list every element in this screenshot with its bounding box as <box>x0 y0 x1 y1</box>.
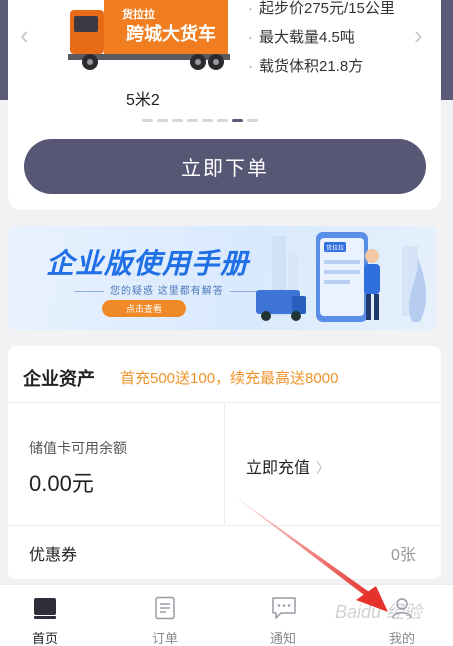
chevron-right-icon[interactable]: › <box>414 22 423 48</box>
coupon-label[interactable]: 优惠券 <box>29 541 77 565</box>
illustration-label: 货拉拉 <box>326 244 344 252</box>
assets-title: 企业资产 <box>23 369 95 389</box>
watermark: Baidu 经验 <box>335 602 423 622</box>
spec-row: · 最大载量4.5吨 <box>248 29 355 46</box>
carousel-dot[interactable] <box>202 119 213 122</box>
banner-subtitle: 您的疑惑 这里都有解答 <box>68 282 266 297</box>
balance-value: 0.00元 <box>29 471 94 496</box>
carousel-dot[interactable] <box>247 119 258 122</box>
truck-slogan-text: 跨城大货车 <box>126 23 216 45</box>
spec-text: 最大载量4.5吨 <box>259 29 355 46</box>
carousel-dot[interactable] <box>157 119 168 122</box>
tab-label: 通知 <box>269 631 296 646</box>
coupon-count: 0张 <box>391 547 416 564</box>
banner-illustration: 货拉拉 <box>256 232 427 322</box>
vehicle-specs: · 起步价275元/15公里 · 最大载量4.5吨 · 载货体积21.8方 <box>248 0 395 81</box>
tab-label: 订单 <box>151 631 178 646</box>
banner-title: 企业版使用手册 <box>46 248 250 279</box>
tab-orders[interactable]: 订单 <box>135 585 195 646</box>
carousel-dot[interactable] <box>217 119 228 122</box>
spec-row: · 起步价275元/15公里 <box>248 0 395 17</box>
tab-label: 我的 <box>388 631 415 646</box>
carousel-dot[interactable] <box>142 119 153 122</box>
balance-label: 储值卡可用余额 <box>29 440 127 456</box>
home-icon <box>34 598 56 619</box>
vehicle-card: ‹ › 货拉拉 跨城大货车 · 起步价275元/15公里 · 最大载量4.5吨 · 载… <box>8 0 441 210</box>
message-icon <box>272 597 296 619</box>
divider <box>224 402 225 525</box>
assets-promo[interactable]: 首充500送100，续充最高送8000 <box>120 367 338 388</box>
truck-image: 货拉拉 跨城大货车 <box>68 0 230 70</box>
tab-home[interactable]: 首页 <box>15 585 75 646</box>
order-now-button[interactable]: 立即下单 <box>24 139 426 194</box>
banner-view-button[interactable]: 点击查看 <box>102 300 186 317</box>
divider <box>8 525 441 526</box>
tab-label: 首页 <box>31 631 58 646</box>
chevron-left-icon[interactable]: ‹ <box>20 22 29 48</box>
enterprise-assets-card: 企业资产 首充500送100，续充最高送8000 储值卡可用余额 0.00元 立… <box>8 346 441 579</box>
carousel-dot[interactable] <box>172 119 183 122</box>
recharge-link[interactable]: 立即充值〉 <box>246 454 330 478</box>
enterprise-manual-banner[interactable]: 企业版使用手册 您的疑惑 这里都有解答 点击查看 货拉拉 <box>8 226 437 330</box>
chevron-right-icon: 〉 <box>316 460 331 476</box>
order-list-icon <box>155 596 175 620</box>
truck-brand-text: 货拉拉 <box>121 7 155 21</box>
spec-text: 起步价275元/15公里 <box>259 0 395 17</box>
recharge-label: 立即充值 <box>246 460 311 477</box>
carousel-indicator <box>142 119 258 122</box>
spec-text: 载货体积21.8方 <box>259 58 364 75</box>
carousel-dot[interactable] <box>232 119 243 122</box>
carousel-dot[interactable] <box>187 119 198 122</box>
vehicle-name: 5米2 <box>126 92 160 109</box>
tab-notice[interactable]: 通知 <box>253 585 313 646</box>
spec-row: · 载货体积21.8方 <box>248 58 364 75</box>
